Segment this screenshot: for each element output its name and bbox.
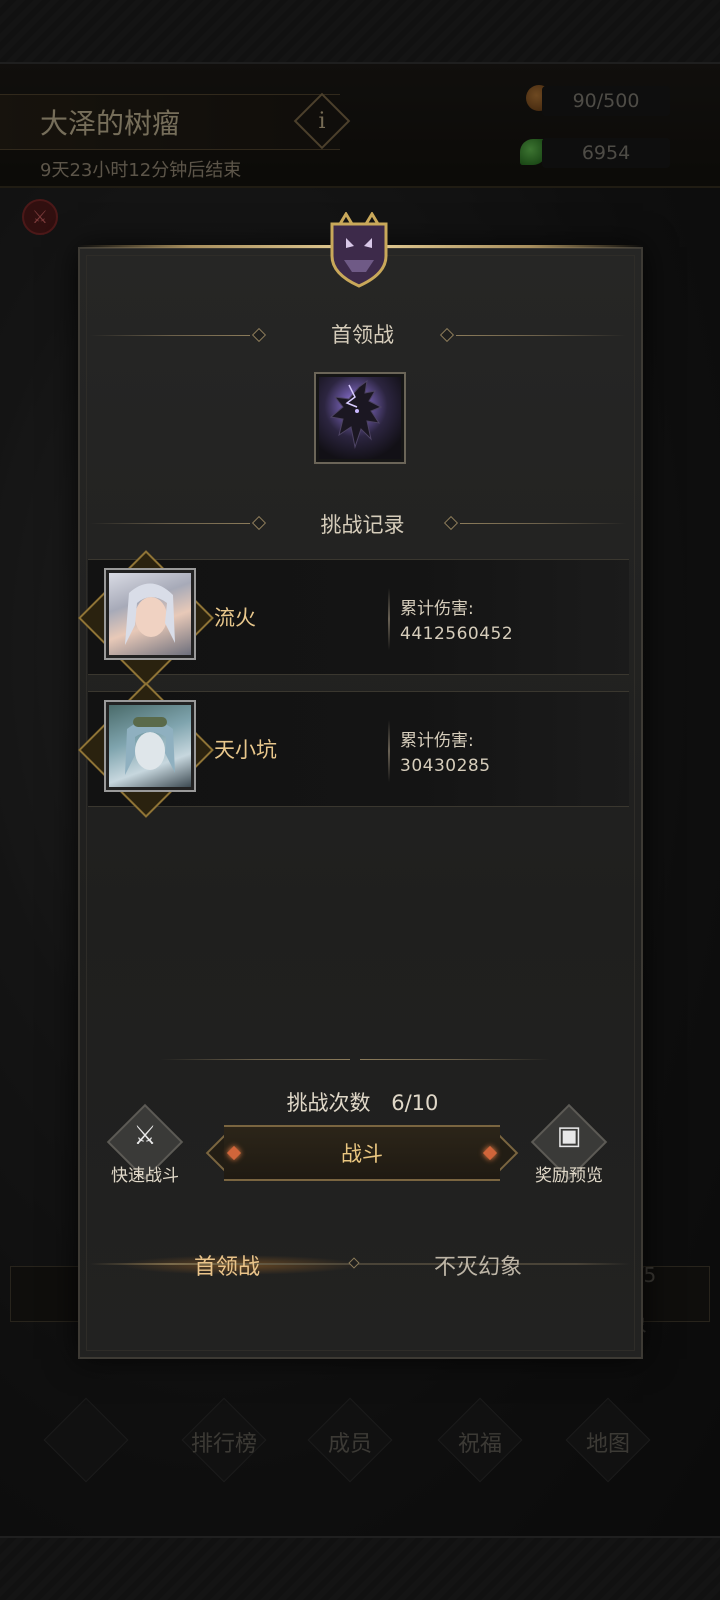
damage-label: 累计伤害:: [400, 731, 474, 751]
tab-boss-battle[interactable]: 首领战: [194, 1249, 260, 1281]
player-name: 流火: [214, 606, 256, 630]
reward-preview-label: 奖励预览: [535, 1166, 603, 1186]
challenge-count-value: 6/10: [391, 1091, 439, 1115]
ornament-line: [160, 1059, 350, 1060]
ornament-line: [456, 335, 626, 336]
record-row[interactable]: 流火 累计伤害: 4412560452: [78, 550, 629, 686]
demon-crest-icon: [326, 211, 392, 288]
divider: [388, 588, 390, 650]
avatar: [104, 568, 196, 660]
records-section-title: 挑战记录: [320, 513, 405, 537]
crossed-swords-icon: ⚔: [133, 1121, 157, 1151]
damage-value: 30430285: [400, 756, 491, 776]
avatar: [104, 700, 196, 792]
dragon-boss-image: [319, 377, 401, 459]
divider: [388, 720, 390, 782]
boss-portrait[interactable]: [314, 372, 406, 464]
tab-immortal-illusion[interactable]: 不灭幻象: [434, 1249, 522, 1281]
challenge-count-label: 挑战次数: [286, 1091, 371, 1115]
player-portrait: [109, 573, 191, 655]
ornament-line: [360, 1059, 550, 1060]
quick-battle-label: 快速战斗: [111, 1166, 179, 1186]
damage-value: 4412560452: [400, 624, 514, 644]
boss-battle-modal: 首领战 挑战记录 流火 累计伤害: 4412560452 天小坑 累计伤害: 3…: [78, 247, 643, 1359]
reward-preview-button[interactable]: ▣ 奖励预览: [514, 1103, 624, 1196]
player-portrait: [109, 705, 191, 787]
boss-section-title: 首领战: [331, 323, 394, 347]
damage-label: 累计伤害:: [400, 599, 474, 619]
tab-divider-line: [90, 1263, 630, 1265]
treasure-chest-icon: ▣: [556, 1121, 582, 1151]
quick-battle-button[interactable]: ⚔ 快速战斗: [90, 1103, 200, 1196]
record-row[interactable]: 天小坑 累计伤害: 30430285: [78, 682, 629, 818]
player-name: 天小坑: [214, 738, 277, 762]
ornament-line: [460, 523, 626, 524]
battle-button[interactable]: 战斗: [224, 1125, 500, 1181]
